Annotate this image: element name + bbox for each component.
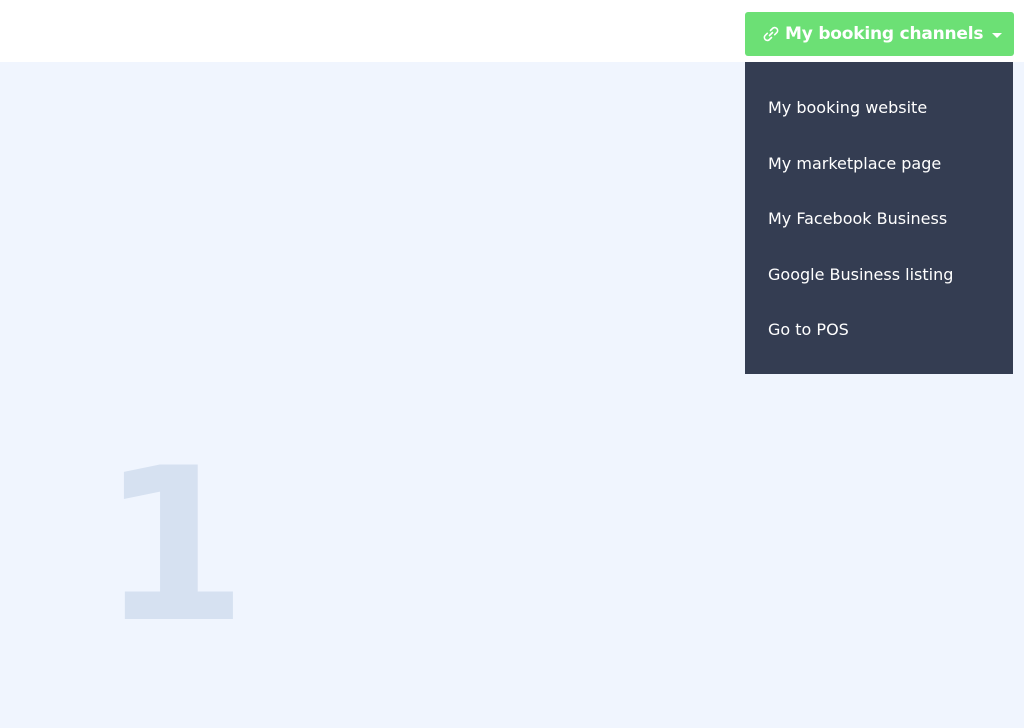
menu-item-marketplace-page[interactable]: My marketplace page [745,136,1013,192]
booking-channels-menu: My booking website My marketplace page M… [745,62,1013,374]
menu-item-google-business[interactable]: Google Business listing [745,247,1013,303]
link-icon [761,24,781,44]
menu-item-booking-website[interactable]: My booking website [745,80,1013,136]
booking-channels-button[interactable]: My booking channels [745,12,1014,56]
step-number: 1 [100,422,248,669]
menu-item-go-to-pos[interactable]: Go to POS [745,302,1013,358]
menu-item-facebook-business[interactable]: My Facebook Business [745,191,1013,247]
caret-down-icon [992,32,1003,38]
booking-channels-label: My booking channels [785,24,984,44]
